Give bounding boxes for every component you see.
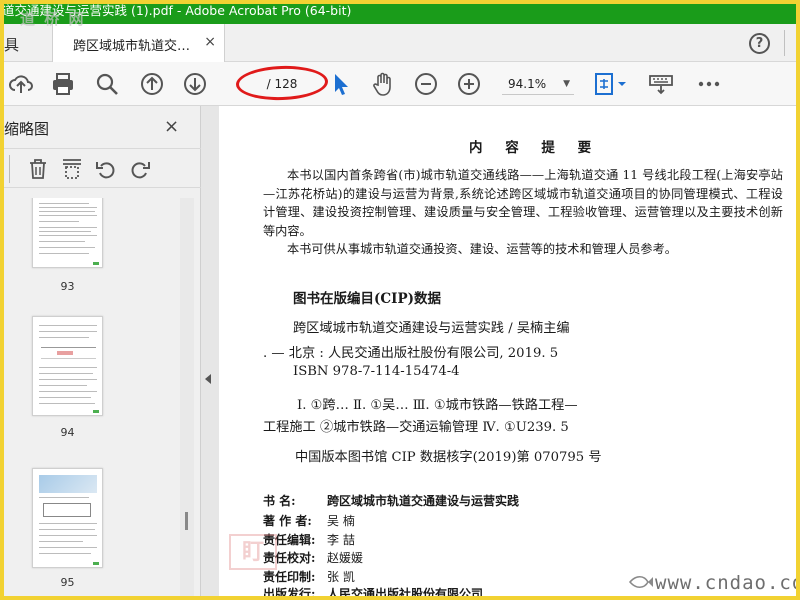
zoom-select[interactable]: 94.1% ▼ <box>502 73 574 95</box>
help-icon[interactable]: ? <box>749 33 770 54</box>
scrollbar-thumb[interactable] <box>185 512 188 530</box>
credit-row: 出版发行: 人民交通出版社股份有限公司 <box>263 585 483 596</box>
faded-stamp: 盯 <box>229 534 277 570</box>
page-up-icon[interactable] <box>139 71 165 97</box>
hand-icon[interactable] <box>370 71 396 97</box>
thumbnail-panel: 缩略图 × 93 94 95 <box>0 106 201 600</box>
credit-row: 书 名: 跨区域城市轨道交通建设与运营实践 <box>263 492 519 509</box>
collapse-panel-icon[interactable] <box>205 374 211 384</box>
cip-line: Ⅰ. ①跨… Ⅱ. ①吴… Ⅲ. ①城市铁路—铁路工程— <box>297 398 578 413</box>
tab-close-icon[interactable]: × <box>204 34 216 50</box>
credit-row: 责任印制: 张 凯 <box>263 568 355 585</box>
extract-pages-icon[interactable] <box>60 157 84 181</box>
more-icon[interactable] <box>696 71 722 97</box>
tab-divider <box>784 30 785 56</box>
credit-value: 吴 楠 <box>327 514 355 528</box>
credit-key: 书 名: <box>263 494 296 508</box>
thumbnail-list[interactable]: 93 94 95 <box>0 198 178 600</box>
site-watermark-top: 道 桥 网 <box>20 10 86 28</box>
summary-paragraph: 本书以国内首条跨省(市)城市轨道交通线路——上海轨道交通 11 号线北段工程(上… <box>263 168 783 238</box>
toolbar-divider <box>9 155 10 183</box>
upload-icon[interactable] <box>8 71 34 97</box>
zoom-in-icon[interactable] <box>456 71 482 97</box>
cip-title: 图书在版编目(CIP)数据 <box>293 291 441 307</box>
section-title: 内 容 提 要 <box>469 140 601 156</box>
red-highlight-ellipse <box>235 64 329 102</box>
credit-row: 著 作 者: 吴 楠 <box>263 512 355 529</box>
credit-key: 出版发行: <box>263 587 316 596</box>
fit-page-icon[interactable] <box>592 71 628 97</box>
keyboard-icon[interactable] <box>648 71 674 97</box>
main-toolbar: / 128 94.1% ▼ <box>0 62 800 106</box>
cip-line: ISBN 978-7-114-15474-4 <box>293 364 460 379</box>
thumbnail-scrollbar[interactable] <box>180 198 194 600</box>
rotate-right-icon[interactable] <box>128 157 152 181</box>
thumbnail-label: 94 <box>60 426 75 439</box>
credit-key: 著 作 者: <box>263 514 312 528</box>
window-title-bar: 道交通建设与运营实践 (1).pdf - Adobe Acrobat Pro (… <box>0 0 800 24</box>
credit-value: 李 喆 <box>327 533 355 547</box>
cip-line: 工程施工 ②城市铁路—交通运输管理 Ⅳ. ①U239. 5 <box>263 420 569 435</box>
credit-value: 张 凯 <box>327 570 355 584</box>
fish-logo-icon <box>628 575 653 589</box>
zoom-value: 94.1% <box>508 77 547 91</box>
thumbnail-toolbar <box>0 148 201 188</box>
document-view[interactable]: 内 容 提 要 本书以国内首条跨省(市)城市轨道交通线路——上海轨道交通 11 … <box>219 106 796 596</box>
rotate-left-icon[interactable] <box>94 157 118 181</box>
cip-line: . — 北京 : 人民交通出版社股份有限公司, 2019. 5 <box>263 346 559 361</box>
credit-value: 人民交通出版社股份有限公司 <box>327 587 484 596</box>
credit-value: 跨区域城市轨道交通建设与运营实践 <box>327 494 520 508</box>
thumbnail-label: 93 <box>60 280 75 293</box>
credit-value: 赵媛媛 <box>327 551 364 565</box>
chevron-down-icon: ▼ <box>563 79 570 89</box>
thumbnail-page-95[interactable] <box>32 468 103 568</box>
zoom-out-icon[interactable] <box>413 71 439 97</box>
tab-document[interactable]: 跨区域城市轨道交… × <box>53 24 225 62</box>
panel-close-icon[interactable]: × <box>164 116 179 137</box>
cursor-icon[interactable] <box>328 71 354 97</box>
panel-splitter[interactable] <box>201 106 219 600</box>
trash-icon[interactable] <box>26 157 50 181</box>
panel-title: 缩略图 <box>4 120 50 138</box>
page-down-icon[interactable] <box>182 71 208 97</box>
credit-row: 责任校对: 赵媛媛 <box>263 549 363 566</box>
thumbnail-label: 95 <box>60 576 75 589</box>
tab-tools[interactable]: 具 <box>4 34 19 55</box>
site-watermark-bottom: www.cndao.com <box>655 572 800 594</box>
cip-line: 中国版本图书馆 CIP 数据核字(2019)第 070795 号 <box>295 450 602 465</box>
zoom-search-icon[interactable] <box>94 71 120 97</box>
tab-document-label: 跨区域城市轨道交… <box>73 39 191 54</box>
cip-line: 跨区域城市轨道交通建设与运营实践 / 吴楠主编 <box>293 321 570 336</box>
thumbnail-page-94[interactable] <box>32 316 103 416</box>
credit-key: 责任印制: <box>263 570 316 584</box>
thumbnail-page-93[interactable] <box>32 198 103 268</box>
print-icon[interactable] <box>50 71 76 97</box>
summary-paragraph: 本书可供从事城市轨道交通投资、建设、运营等的技术和管理人员参考。 <box>287 242 677 256</box>
tab-bar: 具 跨区域城市轨道交… × <box>0 24 800 62</box>
